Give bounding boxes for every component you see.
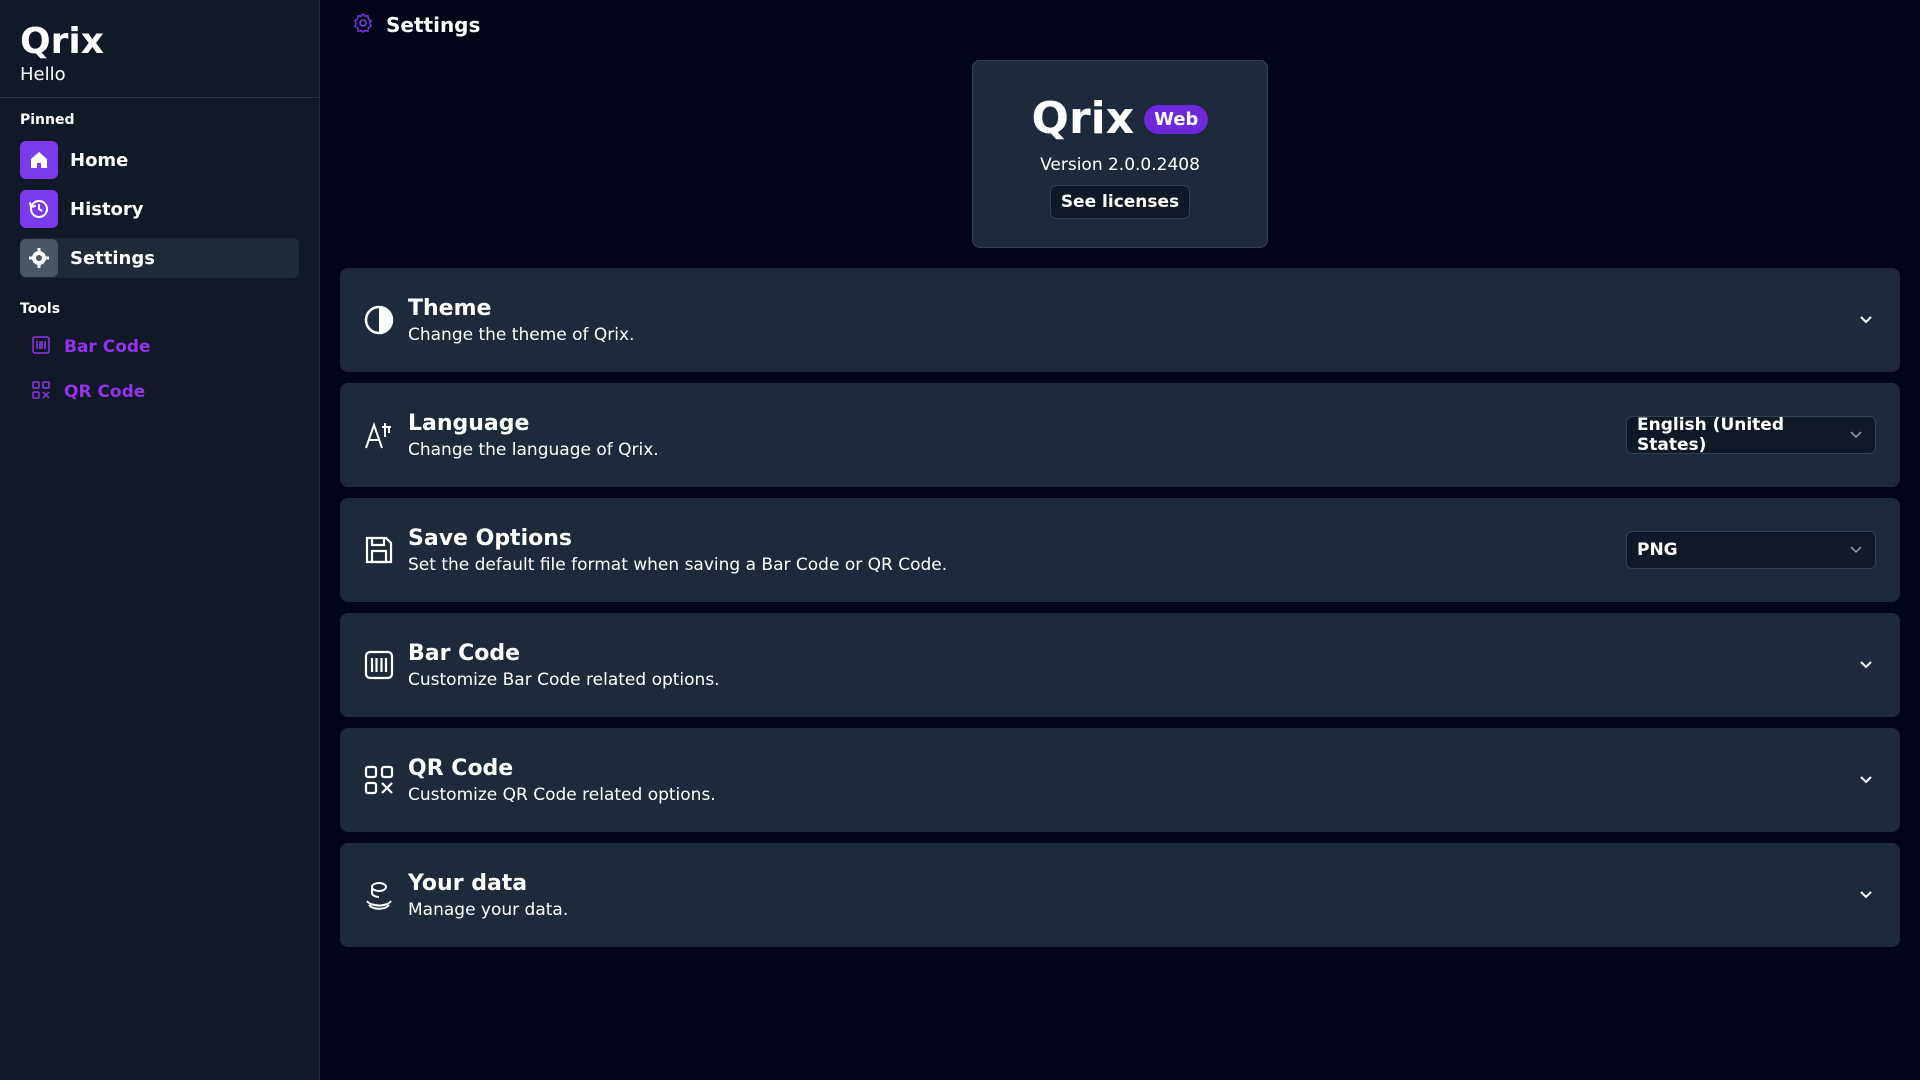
app-root: Qrix Hello Pinned Home History Settings … [0,0,1920,1080]
main-content: Settings Qrix Web Version 2.0.0.2408 See… [320,0,1920,1080]
sidebar-item-label: Settings [70,247,155,269]
chevron-down-icon[interactable] [1856,310,1876,330]
version-text: Version 2.0.0.2408 [1040,155,1200,175]
sidebar-item-label: Home [70,149,129,171]
greeting-text: Hello [20,64,66,85]
panel-description: Customize Bar Code related options. [408,670,720,690]
panel-title: Theme [408,296,492,321]
language-select-value: English (United States) [1637,415,1785,455]
panel-title: Bar Code [408,641,521,666]
panel-title: Language [408,411,530,436]
chevron-down-icon[interactable] [1856,885,1876,905]
platform-badge: Web [1144,104,1209,134]
sidebar: Qrix Hello Pinned Home History Settings … [0,0,320,1080]
panel-text: Save Options Set the default file format… [408,525,1626,575]
sidebar-item-home[interactable]: Home [20,140,299,180]
chevron-down-icon [1849,425,1863,445]
panel-description: Customize QR Code related options. [408,785,716,805]
theme-setting-panel[interactable]: Theme Change the theme of Qrix. [340,268,1900,372]
about-title-row: Qrix Web [1032,95,1209,143]
app-title: Qrix [20,21,104,62]
panel-title: Save Options [408,526,572,551]
bar-code-setting-panel[interactable]: Bar Code Customize Bar Code related opti… [340,613,1900,717]
home-icon [20,141,58,179]
data-icon [362,878,396,912]
panel-title: Your data [408,871,528,896]
chevron-down-icon[interactable] [1856,655,1876,675]
qrcode-icon [362,763,396,797]
panel-text: Bar Code Customize Bar Code related opti… [408,640,1856,690]
sidebar-item-qr-code[interactable]: QR Code [20,374,299,410]
panel-description: Change the language of Qrix. [408,440,659,460]
sidebar-item-settings[interactable]: Settings [20,238,299,278]
gear-icon [352,12,374,38]
language-setting-panel: Language Change the language of Qrix. En… [340,383,1900,487]
page-header: Settings [340,0,1900,50]
tool-item-label: Bar Code [64,337,151,357]
barcode-icon [362,648,396,682]
pinned-section-label: Pinned [20,112,75,128]
save-options-setting-panel: Save Options Set the default file format… [340,498,1900,602]
panel-description: Change the theme of Qrix. [408,325,635,345]
panel-description: Manage your data. [408,900,569,920]
panel-text: Theme Change the theme of Qrix. [408,295,1856,345]
panel-title: QR Code [408,756,514,781]
theme-icon [362,303,396,337]
barcode-icon [32,335,50,359]
save-icon [362,533,396,567]
tool-item-label: QR Code [64,382,146,402]
chevron-down-icon [1849,540,1863,560]
pinned-nav: Home History Settings [0,140,319,278]
sidebar-item-label: History [70,198,144,220]
qr-code-setting-panel[interactable]: QR Code Customize QR Code related option… [340,728,1900,832]
language-select[interactable]: English (United States) [1626,415,1876,455]
brand-header: Qrix Hello [0,0,319,98]
your-data-setting-panel[interactable]: Your data Manage your data. [340,843,1900,947]
tools-section-label: Tools [20,301,61,317]
see-licenses-button[interactable]: See licenses [1049,185,1191,219]
panel-text: QR Code Customize QR Code related option… [408,755,1856,805]
panel-text: Your data Manage your data. [408,870,1856,920]
panel-description: Set the default file format when saving … [408,555,948,575]
about-card: Qrix Web Version 2.0.0.2408 See licenses [972,60,1268,248]
history-icon [20,190,58,228]
qrcode-icon [32,380,50,404]
chevron-down-icon[interactable] [1856,770,1876,790]
file-format-select-value: PNG [1637,540,1678,560]
sidebar-item-bar-code[interactable]: Bar Code [20,329,299,365]
about-app-name: Qrix [1031,93,1135,144]
sidebar-item-history[interactable]: History [20,189,299,229]
file-format-select[interactable]: PNG [1626,531,1876,569]
panel-text: Language Change the language of Qrix. [408,410,1626,460]
tools-nav: Bar Code QR Code [0,329,319,410]
language-icon [362,418,396,452]
gear-icon [20,239,58,277]
page-title: Settings [386,13,481,37]
